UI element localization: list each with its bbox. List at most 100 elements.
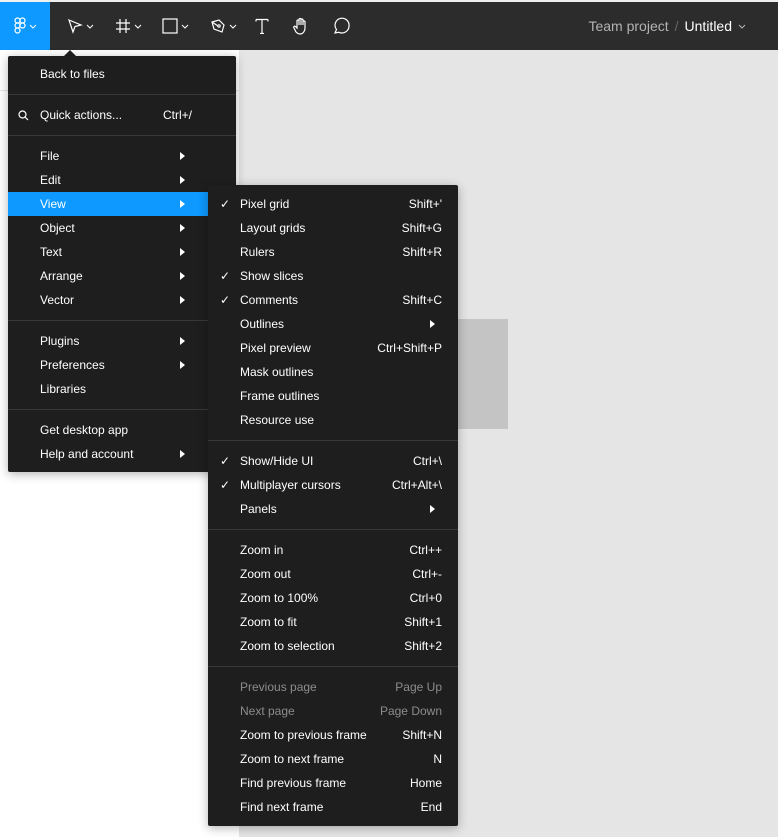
menu-item-find-previous-frame[interactable]: Find previous frame Home <box>208 771 458 795</box>
menu-item-previous-page[interactable]: Previous page Page Up <box>208 675 458 699</box>
menu-item-zoom-to-previous-frame[interactable]: Zoom to previous frame Shift+N <box>208 723 458 747</box>
hand-icon <box>293 17 306 35</box>
menu-item-shortcut: Shift+' <box>408 197 442 211</box>
submenu-arrow-icon <box>180 361 185 369</box>
menu-item-zoom-to-fit[interactable]: Zoom to fit Shift+1 <box>208 610 458 634</box>
menu-item-zoom-to-next-frame[interactable]: Zoom to next frame N <box>208 747 458 771</box>
menu-item-zoom-to-100[interactable]: Zoom to 100% Ctrl+0 <box>208 586 458 610</box>
menu-item-label: Plugins <box>40 334 80 348</box>
pen-tool-button[interactable] <box>203 2 243 50</box>
chevron-down-icon <box>738 24 746 29</box>
toolbar: Team project / Untitled <box>0 2 778 50</box>
file-name[interactable]: Untitled <box>685 18 732 34</box>
menu-item-preferences[interactable]: Preferences <box>8 353 236 377</box>
menu-item-arrange[interactable]: Arrange <box>8 264 236 288</box>
menu-item-help-and-account[interactable]: Help and account <box>8 442 236 466</box>
menu-item-label: Rulers <box>240 245 275 259</box>
menu-item-label: Previous page <box>240 680 317 694</box>
menu-item-view[interactable]: View <box>8 192 236 216</box>
menu-item-shortcut: Shift+G <box>401 221 442 235</box>
menu-item-label: Edit <box>40 173 61 187</box>
menu-item-back-to-files[interactable]: Back to files <box>8 62 236 86</box>
menu-separator <box>8 86 236 103</box>
menu-item-outlines[interactable]: Outlines <box>208 312 458 336</box>
menu-item-shortcut: Page Up <box>395 680 442 694</box>
menu-item-frame-outlines[interactable]: Frame outlines <box>208 384 458 408</box>
menu-item-label: Help and account <box>40 447 134 461</box>
menu-item-label: Panels <box>240 502 277 516</box>
frame-tool-button[interactable] <box>108 2 148 50</box>
menu-separator <box>208 521 458 538</box>
menu-item-shortcut: Shift+R <box>402 245 442 259</box>
shape-tool-button[interactable] <box>155 2 195 50</box>
menu-item-shortcut: Home <box>409 776 442 790</box>
menu-item-label: Zoom in <box>240 543 284 557</box>
menu-item-zoom-in[interactable]: Zoom in Ctrl++ <box>208 538 458 562</box>
menu-item-show-slices[interactable]: ✓ Show slices <box>208 264 458 288</box>
menu-item-shortcut: Shift+1 <box>404 615 442 629</box>
menu-item-zoom-to-selection[interactable]: Zoom to selection Shift+2 <box>208 634 458 658</box>
menu-item-get-desktop-app[interactable]: Get desktop app <box>8 418 236 442</box>
submenu-arrow-icon <box>180 272 185 280</box>
main-menu-button[interactable] <box>0 2 50 50</box>
menu-item-shortcut: Page Down <box>379 704 442 718</box>
checkmark-icon: ✓ <box>220 478 231 492</box>
menu-item-mask-outlines[interactable]: Mask outlines <box>208 360 458 384</box>
menu-item-text[interactable]: Text <box>8 240 236 264</box>
menu-item-label: Frame outlines <box>240 389 320 403</box>
menu-item-shortcut: Shift+2 <box>404 639 442 653</box>
menu-item-shortcut: Ctrl+Alt+\ <box>391 478 442 492</box>
menu-item-multiplayer-cursors[interactable]: ✓ Multiplayer cursors Ctrl+Alt+\ <box>208 473 458 497</box>
text-tool-button[interactable] <box>250 2 274 50</box>
figma-logo-icon <box>13 17 26 34</box>
submenu-arrow-icon <box>180 176 185 184</box>
menu-item-next-page[interactable]: Next page Page Down <box>208 699 458 723</box>
menu-item-comments[interactable]: ✓ Comments Shift+C <box>208 288 458 312</box>
menu-item-label: Zoom to next frame <box>240 752 345 766</box>
menu-item-vector[interactable]: Vector <box>8 288 236 312</box>
checkmark-icon: ✓ <box>220 269 231 283</box>
menu-item-label: Vector <box>40 293 75 307</box>
menu-item-quick-actions[interactable]: Quick actions... Ctrl+/ <box>8 103 236 127</box>
move-tool-button[interactable] <box>60 2 100 50</box>
menu-item-object[interactable]: Object <box>8 216 236 240</box>
menu-item-resource-use[interactable]: Resource use <box>208 408 458 432</box>
project-name[interactable]: Team project <box>588 18 668 34</box>
menu-item-pixel-preview[interactable]: Pixel preview Ctrl+Shift+P <box>208 336 458 360</box>
menu-item-pixel-grid[interactable]: ✓ Pixel grid Shift+' <box>208 192 458 216</box>
menu-item-find-next-frame[interactable]: Find next frame End <box>208 795 458 819</box>
view-submenu: ✓ Pixel grid Shift+' Layout grids Shift+G Rul… <box>208 185 458 826</box>
rectangle-icon <box>161 18 178 34</box>
menu-separator <box>208 658 458 675</box>
comment-bubble-icon <box>334 17 350 34</box>
checkmark-icon: ✓ <box>220 197 231 211</box>
menu-item-layout-grids[interactable]: Layout grids Shift+G <box>208 216 458 240</box>
submenu-arrow-icon <box>180 152 185 160</box>
menu-separator <box>8 401 236 418</box>
menu-item-label: Comments <box>240 293 299 307</box>
menu-item-label: Arrange <box>40 269 83 283</box>
menu-item-panels[interactable]: Panels <box>208 497 458 521</box>
menu-item-label: Text <box>40 245 63 259</box>
comment-tool-button[interactable] <box>329 2 353 50</box>
menu-item-plugins[interactable]: Plugins <box>8 329 236 353</box>
file-title[interactable]: Team project / Untitled <box>588 18 746 34</box>
menu-item-label: Outlines <box>240 317 285 331</box>
menu-item-show-hide-ui[interactable]: ✓ Show/Hide UI Ctrl+\ <box>208 449 458 473</box>
menu-item-zoom-out[interactable]: Zoom out Ctrl+- <box>208 562 458 586</box>
frame-hash-icon <box>115 19 130 33</box>
menu-item-label: Pixel grid <box>240 197 290 211</box>
menu-item-label: Resource use <box>240 413 315 427</box>
menu-item-label: Zoom to selection <box>240 639 335 653</box>
menu-item-shortcut: Shift+C <box>402 293 442 307</box>
pen-icon <box>210 19 225 33</box>
menu-item-edit[interactable]: Edit <box>8 168 236 192</box>
menu-item-libraries[interactable]: Libraries <box>8 377 236 401</box>
menu-item-label: Object <box>40 221 75 235</box>
menu-item-rulers[interactable]: Rulers Shift+R <box>208 240 458 264</box>
menu-item-label: Back to files <box>40 67 105 81</box>
menu-item-file[interactable]: File <box>8 144 236 168</box>
hand-tool-button[interactable] <box>289 2 313 50</box>
menu-item-label: Multiplayer cursors <box>240 478 341 492</box>
menu-item-label: Quick actions... <box>40 108 123 122</box>
